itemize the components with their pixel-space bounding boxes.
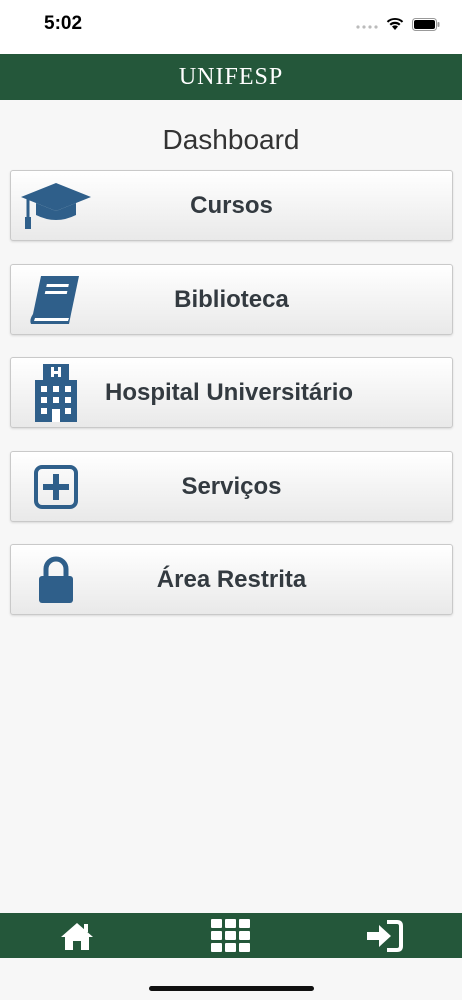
graduation-cap-icon — [11, 170, 101, 241]
hospital-icon — [11, 357, 101, 428]
app-header: UNIFESP — [0, 54, 462, 100]
book-icon — [11, 264, 101, 335]
status-bar: 5:02 — [0, 0, 462, 54]
battery-icon — [412, 17, 440, 31]
lock-icon — [11, 544, 101, 615]
wifi-icon — [386, 17, 404, 30]
status-time: 5:02 — [44, 13, 83, 34]
cursos-label: Cursos — [190, 191, 273, 219]
tab-login[interactable] — [308, 913, 462, 958]
tab-menu[interactable] — [154, 913, 308, 958]
status-icons — [356, 14, 440, 34]
servicos-button[interactable]: Serviços — [10, 451, 453, 522]
tab-bar — [0, 913, 462, 958]
tab-home[interactable] — [0, 913, 154, 958]
app-title: UNIFESP — [178, 63, 284, 90]
hospital-button[interactable]: Hospital Universitário — [10, 357, 453, 428]
cursos-button[interactable]: Cursos — [10, 170, 453, 241]
signal-icon — [356, 25, 378, 29]
home-indicator — [149, 986, 314, 991]
area-restrita-label: Área Restrita — [156, 565, 307, 593]
home-icon — [61, 922, 93, 950]
sign-in-icon — [367, 919, 403, 952]
plus-square-icon — [11, 451, 101, 522]
biblioteca-label: Biblioteca — [174, 285, 289, 313]
servicos-label: Serviços — [181, 472, 282, 500]
biblioteca-button[interactable]: Biblioteca — [10, 264, 453, 335]
page-title: Dashboard — [162, 124, 300, 155]
grid-icon — [211, 918, 250, 952]
hospital-label: Hospital Universitário — [105, 378, 354, 406]
area-restrita-button[interactable]: Área Restrita — [10, 544, 453, 615]
